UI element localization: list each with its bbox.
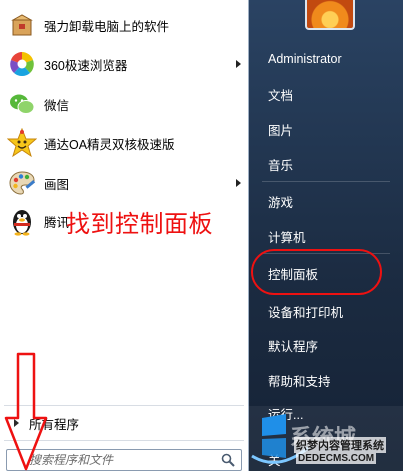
place-label: Administrator	[268, 52, 342, 66]
watermark-subtitle: 织梦内容管理系统	[294, 437, 386, 453]
annotation-text: 找到控制面板	[66, 210, 213, 238]
place-label: 游戏	[268, 195, 294, 210]
program-label: 通达OA精灵双核极速版	[44, 137, 175, 152]
uninstall-box-icon	[6, 9, 38, 41]
place-label: 默认程序	[268, 339, 319, 354]
place-item-games[interactable]: 游戏	[262, 189, 394, 213]
place-label: 设备和打印机	[268, 305, 344, 320]
qq-penguin-icon	[6, 205, 38, 237]
place-label: 帮助和支持	[268, 374, 331, 389]
place-item-default-programs[interactable]: 默认程序	[262, 333, 394, 357]
program-label: 画图	[44, 177, 70, 192]
annotation-down-arrow-icon	[4, 352, 48, 471]
submenu-arrow-icon[interactable]	[236, 179, 241, 187]
program-item-uninstaller[interactable]: 强力卸载电脑上的软件	[0, 7, 249, 43]
place-label: 计算机	[268, 230, 306, 245]
annotation-highlight-ellipse	[251, 249, 382, 295]
star-face-icon	[6, 127, 38, 159]
user-avatar[interactable]	[305, 0, 355, 30]
program-item-paint[interactable]: 画图	[0, 165, 249, 201]
place-item-devices-printers[interactable]: 设备和打印机	[262, 299, 394, 323]
program-label: 强力卸载电脑上的软件	[44, 19, 170, 34]
wechat-icon	[6, 88, 38, 120]
place-label: 音乐	[268, 158, 294, 173]
place-item-computer[interactable]: 计算机	[262, 224, 394, 248]
search-icon[interactable]	[221, 453, 235, 467]
place-item-music[interactable]: 音乐	[262, 152, 394, 176]
place-item-pictures[interactable]: 图片	[262, 117, 394, 141]
place-label: 文档	[268, 88, 294, 103]
program-item-360-browser[interactable]: 360极速浏览器	[0, 46, 249, 82]
place-item-help-support[interactable]: 帮助和支持	[262, 368, 394, 392]
360-browser-icon	[6, 48, 38, 80]
submenu-arrow-icon[interactable]	[236, 60, 241, 68]
program-item-tongda-oa[interactable]: 通达OA精灵双核极速版	[0, 125, 249, 161]
divider	[262, 181, 390, 182]
program-item-wechat[interactable]: 微信	[0, 86, 249, 122]
place-item-documents[interactable]: 文档	[262, 82, 394, 106]
watermark-url: DEDECMS.COM	[296, 453, 377, 464]
program-label: 微信	[44, 98, 70, 113]
program-label: 360极速浏览器	[44, 58, 128, 73]
paint-palette-icon	[6, 167, 38, 199]
place-label: 图片	[268, 123, 294, 138]
place-item-administrator[interactable]: Administrator	[262, 47, 394, 71]
